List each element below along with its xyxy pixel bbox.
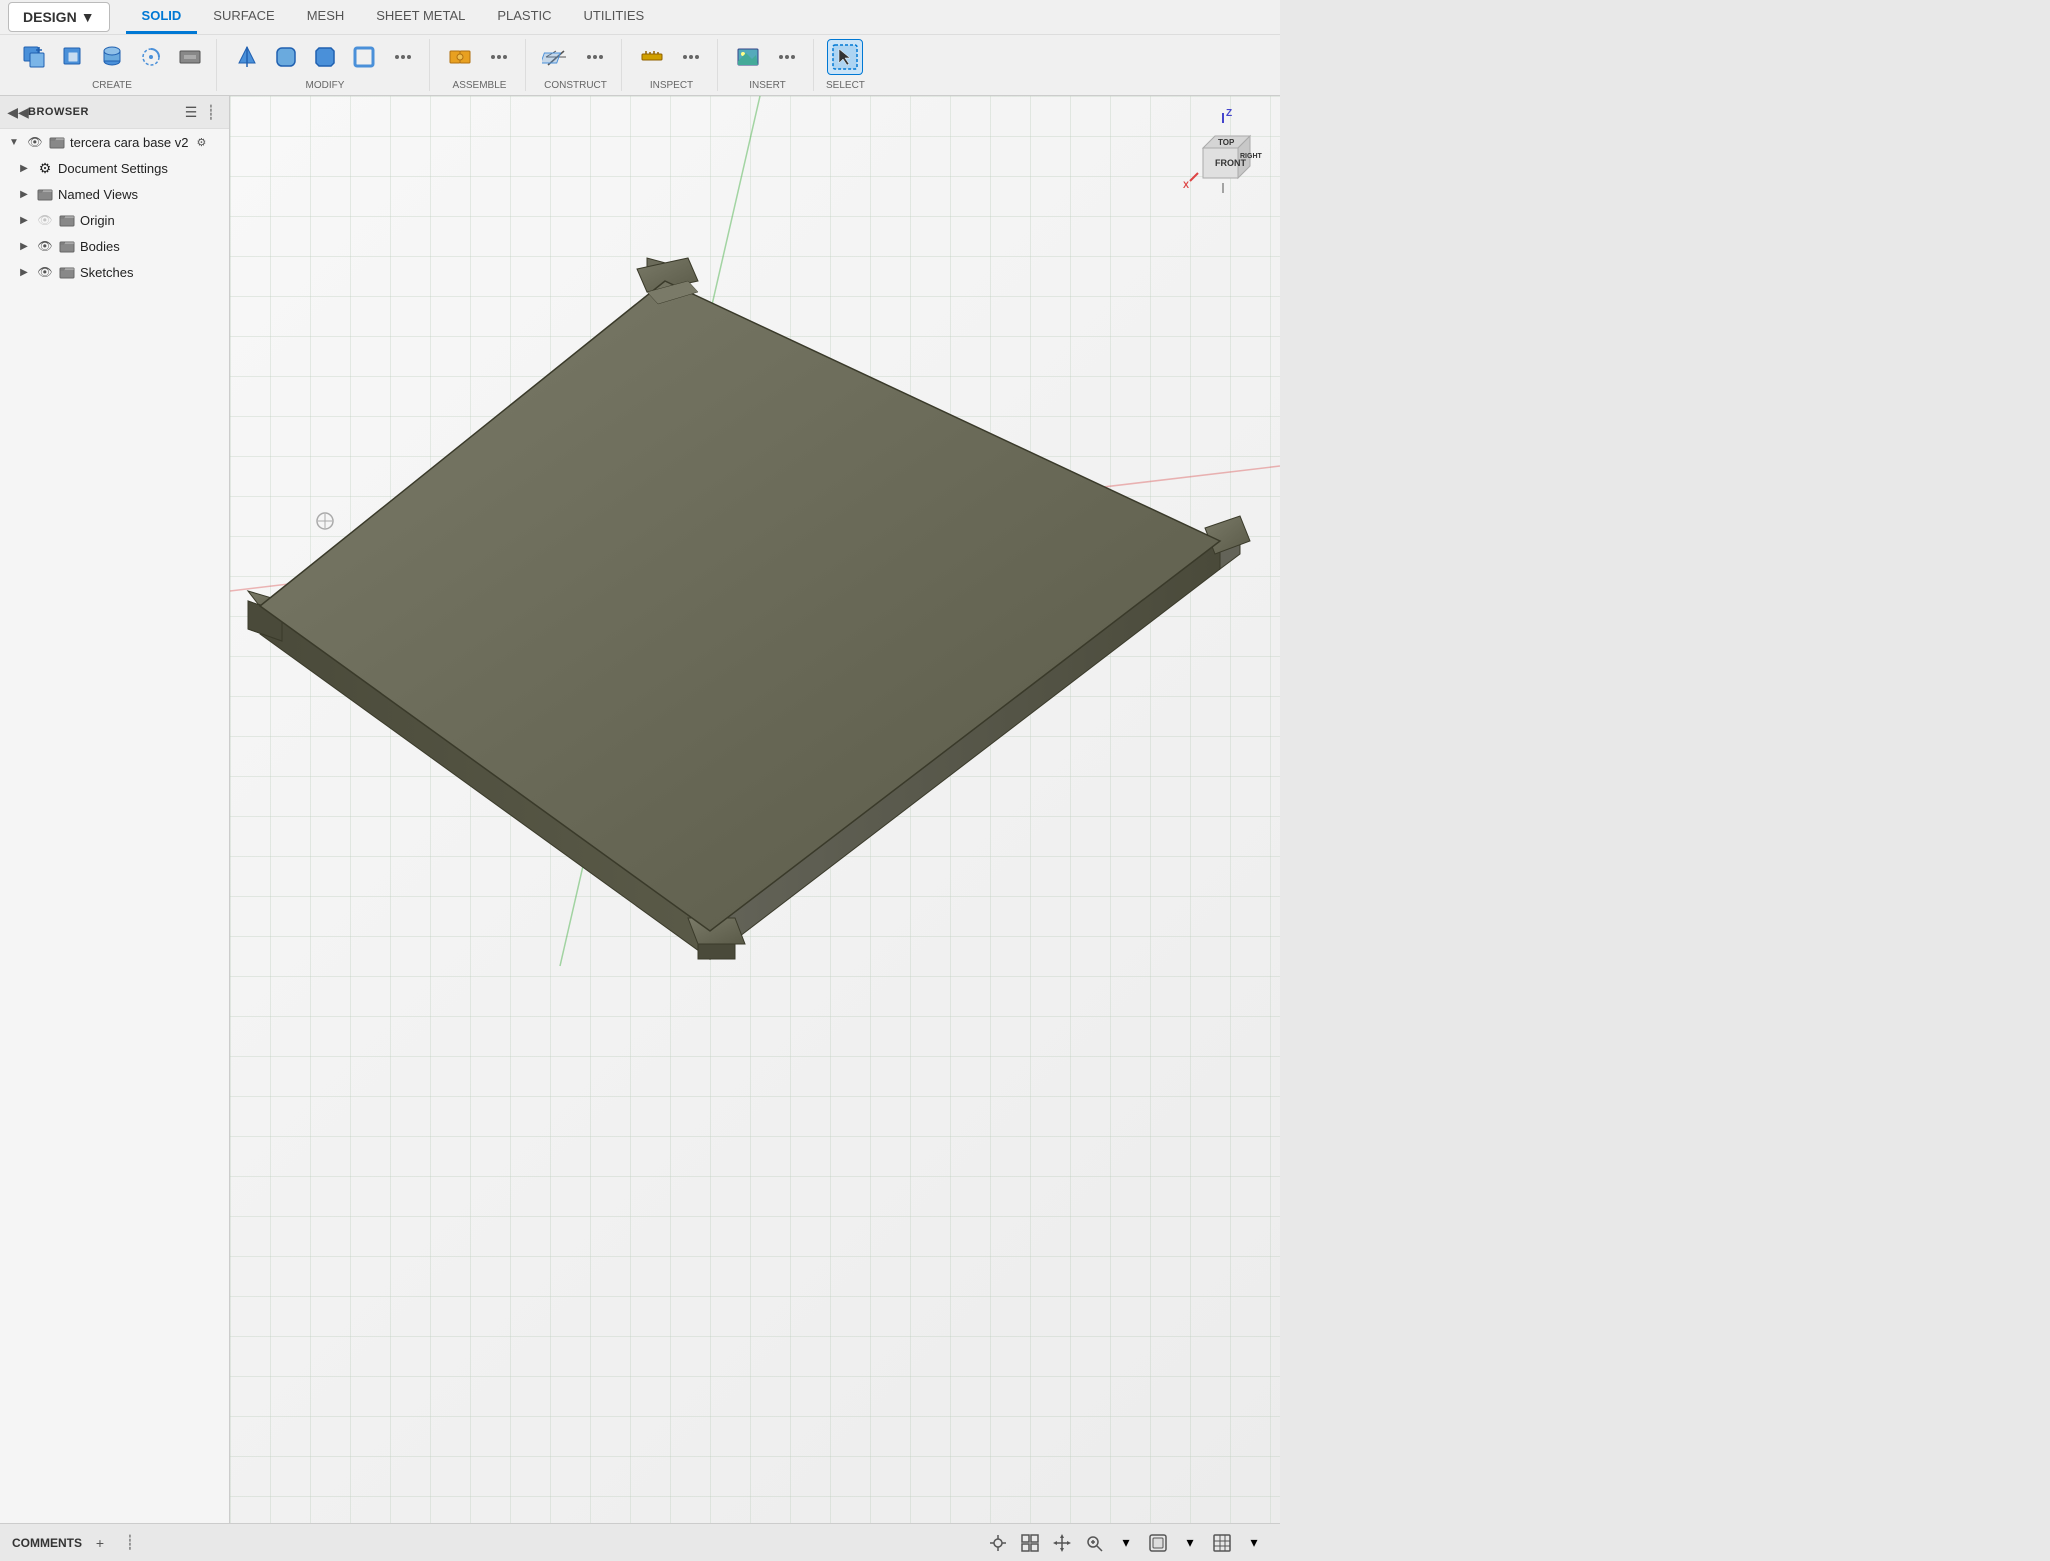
construct-label: CONSTRUCT [544,80,607,91]
tree-item-root[interactable]: ▼ 👁 tercera cara base v2 ⚙ [0,129,229,155]
design-label: DESIGN [23,9,77,25]
tree-folder-bodies [58,237,76,255]
inspect-measure-icon[interactable] [634,39,670,75]
tree-label-sketches: Sketches [80,265,133,280]
tab-solid[interactable]: SOLID [126,0,198,34]
zoom-icon[interactable] [1080,1529,1108,1557]
browser-resize-handle[interactable]: ┊ [201,102,221,122]
tree-label-bodies: Bodies [80,239,120,254]
assemble-joint-icon[interactable] [442,39,478,75]
tree-eye-sketches[interactable]: 👁 [36,263,54,281]
tree-label-origin: Origin [80,213,115,228]
insert-image-icon[interactable] [730,39,766,75]
viewcube[interactable]: Z X FRONT TOP RIGHT [1178,108,1268,198]
modify-chamfer-icon[interactable] [307,39,343,75]
display-dropdown[interactable]: ▾ [1176,1529,1204,1557]
tree-label-named-views: Named Views [58,187,138,202]
tree-arrow-bodies[interactable]: ▶ [16,238,32,254]
create-more-icon[interactable] [172,39,208,75]
insert-more-icon[interactable] [769,39,805,75]
tree-settings-root[interactable]: ⚙ [197,136,207,149]
tree-item-sketches[interactable]: ▶ 👁 Sketches [0,259,229,285]
tree-item-origin[interactable]: ▶ 👁 Origin [0,207,229,233]
tree-arrow-origin[interactable]: ▶ [16,212,32,228]
toolbar-group-inspect: INSPECT [626,39,718,91]
svg-text:TOP: TOP [1218,138,1235,147]
tree-eye-origin[interactable]: 👁 [36,211,54,229]
create-label: CREATE [92,80,132,91]
modify-fillet-icon[interactable] [268,39,304,75]
svg-text:X: X [1183,180,1189,190]
browser-header: ◀◀ BROWSER ☰ ┊ [0,96,229,129]
toolbar-group-construct: CONSTRUCT [530,39,622,91]
tree-folder-root [48,133,66,151]
design-button[interactable]: DESIGN ▼ [8,2,110,32]
assemble-more-icon[interactable] [481,39,517,75]
viewport[interactable]: Z X FRONT TOP RIGHT [230,96,1280,1523]
tree-arrow-root[interactable]: ▼ [6,134,22,150]
add-comment-button[interactable]: + [88,1531,112,1555]
toolbar-group-select: SELECT [818,39,873,91]
browser-title: BROWSER [28,106,181,118]
grid-display-icon[interactable] [1208,1529,1236,1557]
tab-plastic[interactable]: PLASTIC [481,0,567,34]
tab-utilities[interactable]: UTILITIES [568,0,661,34]
tree-item-doc-settings[interactable]: ▶ ⚙ Document Settings [0,155,229,181]
display-mode-icon[interactable] [1144,1529,1172,1557]
tree-item-named-views[interactable]: ▶ Named Views [0,181,229,207]
modify-press-pull-icon[interactable] [229,39,265,75]
svg-text:Z: Z [1226,108,1232,119]
grid-dropdown[interactable]: ▾ [1240,1529,1268,1557]
construct-plane-icon[interactable] [538,39,574,75]
grid-icon[interactable] [1016,1529,1044,1557]
tree-folder-sketches [58,263,76,281]
modify-label: MODIFY [306,80,345,91]
browser-collapse-button[interactable]: ◀◀ [8,102,28,122]
svg-text:RIGHT: RIGHT [1240,153,1263,160]
select-label: SELECT [826,80,865,91]
inspect-more-icon[interactable] [673,39,709,75]
snap-icon[interactable] [984,1529,1012,1557]
pan-icon[interactable] [1048,1529,1076,1557]
tree-eye-bodies[interactable]: 👁 [36,237,54,255]
tree-label-root: tercera cara base v2 [70,135,189,150]
tree-arrow-named-views[interactable]: ▶ [16,186,32,202]
tree-eye-root[interactable]: 👁 [26,133,44,151]
comments-label: COMMENTS [12,1536,82,1550]
bottom-tools: ▾ ▾ ▾ [984,1529,1268,1557]
tab-surface[interactable]: SURFACE [197,0,290,34]
design-arrow: ▼ [81,9,95,25]
browser-menu-button[interactable]: ☰ [181,102,201,122]
tree-arrow-sketches[interactable]: ▶ [16,264,32,280]
tab-sheet-metal[interactable]: SHEET METAL [360,0,481,34]
assemble-label: ASSEMBLE [453,80,507,91]
browser-panel: ◀◀ BROWSER ☰ ┊ ▼ 👁 tercera cara base v2 … [0,96,230,1523]
tab-mesh[interactable]: MESH [291,0,361,34]
tree-item-bodies[interactable]: ▶ 👁 Bodies [0,233,229,259]
create-extrude-icon[interactable] [94,39,130,75]
modify-more-icon[interactable] [385,39,421,75]
tree-gear-icon: ⚙ [36,159,54,177]
inspect-label: INSPECT [650,80,693,91]
select-icon[interactable] [827,39,863,75]
bottom-bar: COMMENTS + ┊ [0,1523,1280,1561]
tree-folder-named-views [36,185,54,203]
create-new-component-icon[interactable] [16,39,52,75]
zoom-dropdown[interactable]: ▾ [1112,1529,1140,1557]
toolbar-group-modify: MODIFY [221,39,430,91]
modify-shell-icon[interactable] [346,39,382,75]
insert-label: INSERT [749,80,786,91]
grid-background [230,96,1280,1523]
toolbar-group-insert: INSERT [722,39,814,91]
create-revolve-icon[interactable] [133,39,169,75]
tree-label-doc-settings: Document Settings [58,161,168,176]
construct-more-icon[interactable] [577,39,613,75]
toolbar-group-assemble: ASSEMBLE [434,39,526,91]
create-sketch-icon[interactable] [55,39,91,75]
toolbar-group-create: CREATE [8,39,217,91]
tree-arrow-doc-settings[interactable]: ▶ [16,160,32,176]
bottom-separator: ┊ [118,1531,142,1555]
tree-folder-origin [58,211,76,229]
